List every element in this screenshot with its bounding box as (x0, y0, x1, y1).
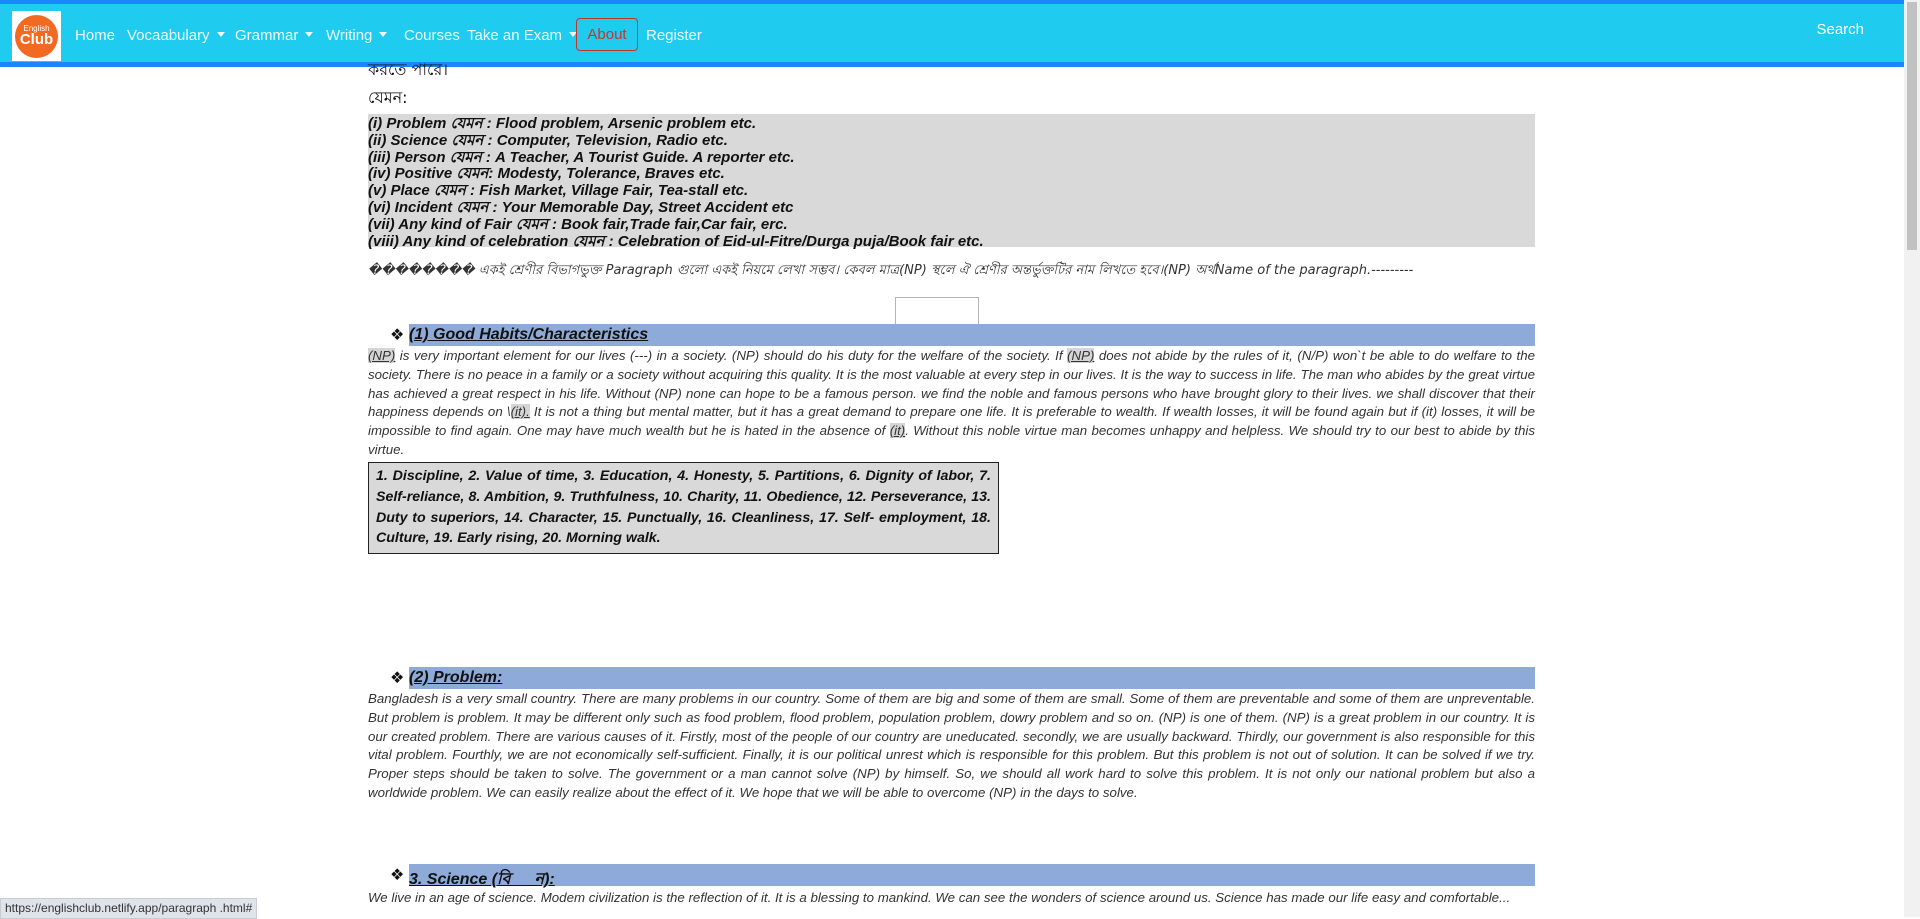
np-placeholder: (NP) (368, 348, 396, 363)
section-body-science: We live in an age of science. Modem civi… (368, 890, 1511, 905)
top-navbar: English Club Home Vocaabulary Grammar Wr… (0, 0, 1904, 67)
paragraph-rule-note: �������� একই শ্রেণীর বিভাগভুক্ত Paragrap… (368, 263, 1414, 278)
nav-grammar-label: Grammar (235, 27, 299, 44)
example-item: (v) Place যেমন : Fish Market, Village Fa… (368, 182, 749, 200)
nav-writing-label: Writing (326, 27, 373, 44)
nav-grammar[interactable]: Grammar (235, 27, 314, 44)
section-heading-problem: (2) Problem: (409, 669, 503, 686)
example-item: (iv) Positive যেমন: Modesty, Tolerance, … (368, 165, 725, 183)
examples-box: (i) Problem যেমন : Flood problem, Arseni… (368, 114, 1535, 249)
chevron-down-icon (379, 31, 388, 37)
nav-take-an-exam-label: Take an Exam (467, 27, 563, 44)
jemon-label: যেমন: (368, 88, 408, 107)
example-item: (ii) Science যেমন : Computer, Television… (368, 131, 728, 149)
status-bar-url: https://englishclub.netlify.app/paragrap… (0, 898, 258, 919)
nav-about-button[interactable]: About (576, 18, 638, 51)
section-heading-bar (409, 864, 1535, 886)
cutoff-text: করতে পারে। (368, 60, 448, 79)
nav-vocabulary[interactable]: Vocaabulary (127, 27, 225, 44)
search-link[interactable]: Search (1816, 21, 1864, 38)
section-body-good-habits: (NP) is very important element for our l… (368, 347, 1535, 460)
nav-register-label: Register (646, 27, 702, 44)
section-heading-bar (409, 667, 1535, 689)
nav-vocabulary-label: Vocaabulary (127, 27, 210, 44)
nav-home-label: Home (75, 27, 116, 44)
bullet-icon: ❖ (390, 865, 405, 884)
logo-line2: Club (19, 31, 54, 48)
bullet-icon: ❖ (390, 325, 405, 344)
example-item: (i) Problem যেমন : Flood problem, Arseni… (368, 115, 757, 132)
vertical-scrollbar[interactable] (1904, 0, 1920, 917)
good-habits-list: 1. Discipline, 2. Value of time, 3. Educ… (376, 468, 991, 547)
example-item: (vi) Incident যেমন : Your Memorable Day,… (368, 198, 794, 216)
nav-register[interactable]: Register (646, 27, 702, 44)
nav-take-an-exam[interactable]: Take an Exam (467, 27, 578, 44)
example-item: (vii) Any kind of Fair যেমন : Book fair,… (368, 215, 788, 233)
nav-home[interactable]: Home (75, 27, 115, 44)
nav-courses[interactable]: Courses (404, 27, 460, 44)
good-habits-list-box: 1. Discipline, 2. Value of time, 3. Educ… (368, 462, 999, 554)
nav-writing[interactable]: Writing (326, 27, 388, 44)
np-placeholder: (NP) (1067, 348, 1095, 363)
example-item: (iii) Person যেমন : A Teacher, A Tourist… (368, 148, 795, 166)
example-item: (viii) Any kind of celebration যেমন : Ce… (368, 232, 984, 250)
logo-circle: English Club (15, 15, 58, 58)
section-heading-good-habits: (1) Good Habits/Characteristics (409, 326, 649, 343)
nav-courses-label: Courses (404, 27, 460, 44)
body-text: is very important element for our lives … (395, 348, 1068, 363)
scrollbar-thumb[interactable] (1907, 2, 1917, 250)
it-placeholder: (it) (889, 423, 906, 439)
section-body-problem: Bangladesh is a very small country. Ther… (368, 691, 1535, 800)
bullet-icon: ❖ (390, 668, 405, 687)
chevron-down-icon (216, 31, 225, 37)
it-placeholder: (it). (510, 404, 530, 420)
english-club-logo[interactable]: English Club (12, 11, 61, 61)
chevron-down-icon (305, 31, 314, 37)
